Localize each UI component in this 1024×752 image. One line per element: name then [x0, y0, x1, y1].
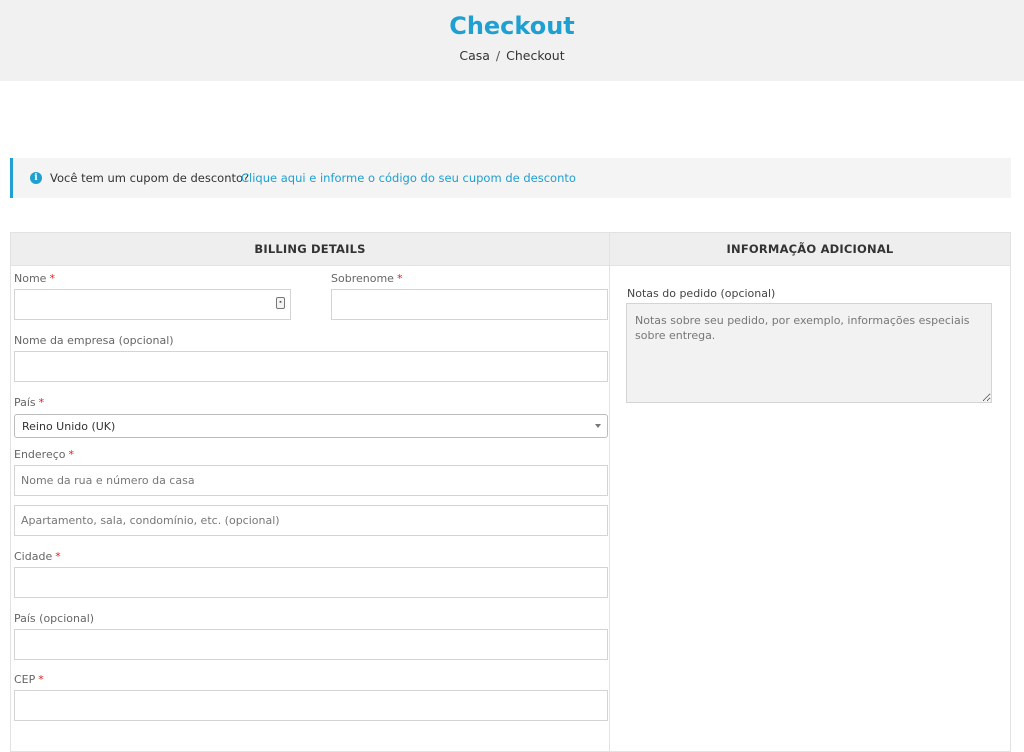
county-input[interactable] — [14, 629, 608, 660]
required-mark: * — [396, 272, 403, 285]
company-label: Nome da empresa (opcional) — [14, 334, 174, 347]
first-name-field-wrap: ▪ — [14, 289, 291, 320]
first-name-input[interactable] — [14, 289, 291, 320]
order-notes-textarea[interactable] — [626, 303, 992, 403]
city-label: Cidade * — [14, 550, 61, 563]
country-selected-value: Reino Unido (UK) — [22, 420, 116, 433]
coupon-notice: i Você tem um cupom de desconto? Clique … — [10, 158, 1011, 198]
address-line2-input[interactable] — [14, 505, 608, 536]
country-label-text: País — [14, 396, 36, 409]
required-mark: * — [38, 673, 44, 686]
breadcrumb-separator: / — [495, 48, 501, 63]
company-input[interactable] — [14, 351, 608, 382]
breadcrumb-home-link[interactable]: Casa — [459, 48, 490, 63]
country-select[interactable]: Reino Unido (UK) — [14, 414, 608, 438]
info-icon: i — [30, 172, 42, 184]
address-line1-input[interactable] — [14, 465, 608, 496]
coupon-question: Você tem um cupom de desconto? — [50, 171, 250, 185]
last-name-label-text: Sobrenome — [331, 272, 394, 285]
chevron-down-icon — [595, 424, 601, 428]
address-label-text: Endereço — [14, 448, 66, 461]
city-label-text: Cidade — [14, 550, 53, 563]
country-label: País * — [14, 396, 44, 409]
page-title: Checkout — [449, 12, 575, 40]
county-label: País (opcional) — [14, 612, 95, 625]
first-name-label: Nome * — [14, 272, 55, 285]
required-mark: * — [55, 550, 61, 563]
breadcrumb-current: Checkout — [506, 48, 565, 63]
last-name-label: Sobrenome * — [331, 272, 402, 285]
additional-info-panel: INFORMAÇÃO ADICIONAL Notas do pedido (op… — [609, 232, 1011, 752]
breadcrumb: Casa / Checkout — [0, 48, 1024, 63]
billing-details-heading: BILLING DETAILS — [11, 233, 609, 266]
required-mark: * — [68, 448, 75, 461]
required-mark: * — [38, 396, 45, 409]
city-input[interactable] — [14, 567, 608, 598]
postcode-label-text: CEP — [14, 673, 36, 686]
postcode-label: CEP * — [14, 673, 44, 686]
first-name-label-text: Nome — [14, 272, 47, 285]
contact-card-icon[interactable]: ▪ — [276, 297, 285, 309]
required-mark: * — [49, 272, 55, 285]
postcode-input[interactable] — [14, 690, 608, 721]
additional-info-heading: INFORMAÇÃO ADICIONAL — [610, 233, 1010, 266]
page-header: Checkout Casa / Checkout — [0, 0, 1024, 81]
address-label: Endereço * — [14, 448, 74, 461]
coupon-link[interactable]: Clique aqui e informe o código do seu cu… — [241, 171, 576, 185]
last-name-input[interactable] — [331, 289, 608, 320]
billing-details-panel: BILLING DETAILS Nome * ▪ Sobrenome * Nome … — [10, 232, 610, 752]
order-notes-label: Notas do pedido (opcional) — [627, 287, 776, 300]
